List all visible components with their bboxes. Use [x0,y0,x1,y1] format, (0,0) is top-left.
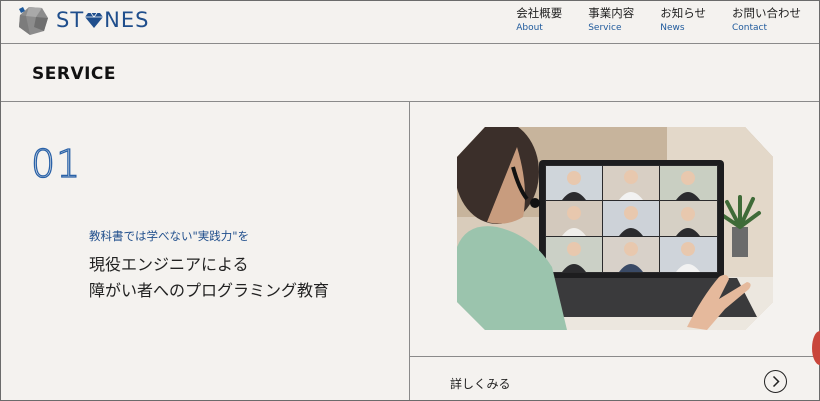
logo[interactable]: ST NES [16,5,166,37]
service-lead-line1: 現役エンジニアによる [89,255,249,274]
more-label: 詳しくみる [450,377,511,391]
nav-label-ja: 会社概要 [516,6,563,20]
global-nav: 会社概要 About 事業内容 Service お知らせ News お問い合わせ… [516,6,801,35]
nav-item-about[interactable]: 会社概要 About [516,6,562,35]
nav-label-en: Contact [732,23,768,33]
nav-label-ja: お知らせ [660,6,706,20]
service-lead: 現役エンジニアによる 障がい者へのプログラミング教育 [89,252,329,304]
service-more-link[interactable]: 詳しくみる [410,356,819,400]
nav-item-service[interactable]: 事業内容 Service [588,6,634,35]
nav-label-en: Service [588,23,622,33]
nav-label-ja: お問い合わせ [732,6,801,20]
nav-label-en: News [660,23,685,33]
diamond-icon [85,12,104,28]
brand-name: ST NES [56,8,150,32]
section-title: SERVICE [32,64,117,84]
chevron-right-icon[interactable] [764,370,787,393]
nav-label-ja: 事業内容 [588,6,635,20]
nav-label-en: About [516,23,543,33]
nav-item-news[interactable]: お知らせ News [660,6,706,35]
service-catchphrase: 教科書では学べない"実践力"を [89,229,250,243]
service-lead-line2: 障がい者へのプログラミング教育 [89,281,330,300]
stone-icon [19,7,48,35]
service-text-panel: 01 教科書では学べない"実践力"を 現役エンジニアによる 障がい者へのプログラ… [1,102,410,400]
nav-item-contact[interactable]: お問い合わせ Contact [732,6,801,35]
site-header: ST NES 会社概要 About 事業内容 Service お知らせ News … [1,1,819,44]
video-call-illustration [457,127,773,330]
service-number: 01 [30,141,82,186]
section-header: SERVICE [1,45,819,102]
service-photo [457,127,773,330]
